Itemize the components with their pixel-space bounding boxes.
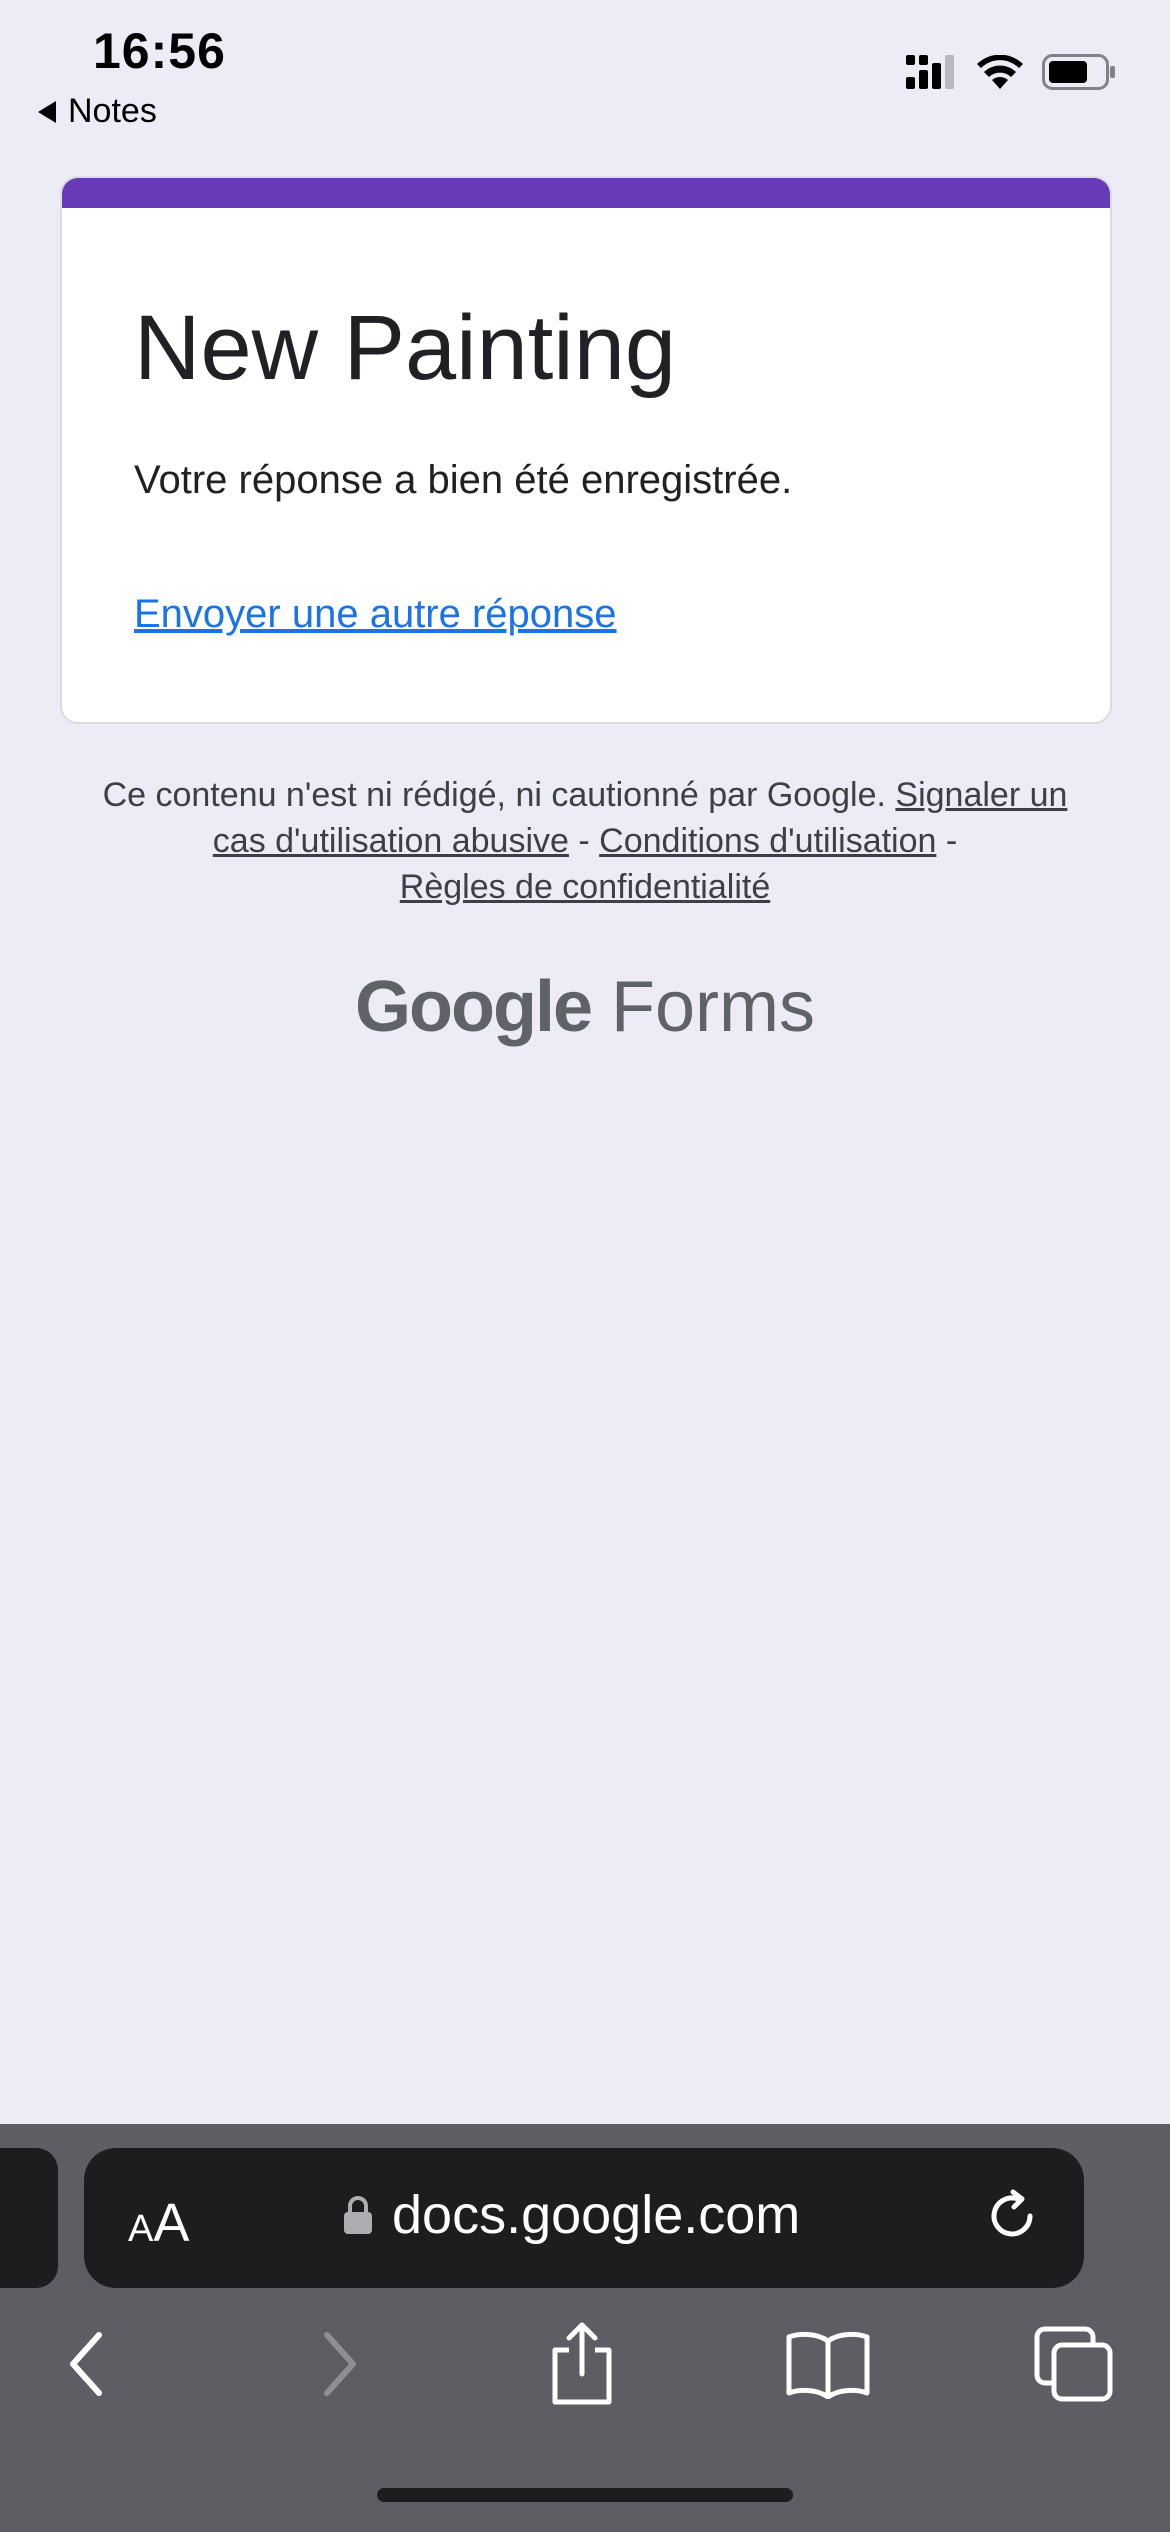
url-display[interactable]: docs.google.com: [342, 2184, 800, 2246]
back-app-label: Notes: [68, 92, 157, 130]
text-size-button[interactable]: AA: [128, 2192, 189, 2254]
confirmation-message: Votre réponse a bien été enregistrée.: [134, 458, 793, 502]
forward-icon: [324, 2332, 356, 2396]
battery-icon: [1042, 54, 1115, 90]
share-button[interactable]: [522, 2304, 642, 2424]
cellular-signal-icon: [906, 55, 954, 89]
form-title: New Painting: [134, 297, 677, 399]
google-forms-logo[interactable]: Google Forms: [0, 966, 1170, 1048]
share-icon: [552, 2322, 612, 2405]
disclaimer-text: Ce contenu n'est ni rédigé, ni cautionné…: [102, 776, 886, 814]
status-icons: [906, 54, 1116, 90]
terms-link[interactable]: Conditions d'utilisation: [599, 822, 936, 860]
brand-google: Google: [355, 967, 593, 1047]
bookmarks-button[interactable]: [768, 2304, 888, 2424]
forward-button[interactable]: [280, 2304, 400, 2424]
back-button[interactable]: [26, 2304, 146, 2424]
submit-another-response-link[interactable]: Envoyer une autre réponse: [134, 592, 617, 637]
form-confirmation-card: New Painting Votre réponse a bien été en…: [60, 176, 1112, 724]
tabs-button[interactable]: [1014, 2304, 1134, 2424]
address-bar[interactable]: AA docs.google.com: [84, 2148, 1084, 2288]
brand-product: Forms: [611, 967, 815, 1047]
browser-bottom-bar: AA docs.google.com: [0, 2124, 1170, 2532]
privacy-link[interactable]: Règles de confidentialité: [400, 868, 770, 906]
lock-icon: [344, 2196, 372, 2234]
tabs-icon: [1034, 2326, 1113, 2402]
card-accent-bar: [62, 178, 1110, 208]
reload-icon[interactable]: [980, 2184, 1044, 2248]
wifi-icon: [977, 55, 1023, 89]
disclaimer: Ce contenu n'est ni rédigé, ni cautionné…: [80, 772, 1090, 910]
previous-tab-peek[interactable]: [0, 2148, 58, 2288]
bookmarks-icon: [786, 2331, 870, 2399]
status-time: 16:56: [93, 23, 226, 79]
back-to-app-button[interactable]: Notes: [38, 92, 157, 131]
separator: -: [945, 822, 958, 860]
text-size-big: A: [153, 2193, 190, 2253]
url-text: docs.google.com: [392, 2185, 801, 2245]
screen: 16:56 Notes New Painting Votre réponse a…: [0, 0, 1170, 2532]
separator: -: [578, 822, 590, 860]
browser-toolbar: [0, 2304, 1170, 2424]
text-size-small: A: [128, 2208, 154, 2250]
home-indicator[interactable]: [377, 2488, 793, 2502]
back-triangle-icon: [38, 100, 56, 123]
back-icon: [70, 2332, 102, 2396]
